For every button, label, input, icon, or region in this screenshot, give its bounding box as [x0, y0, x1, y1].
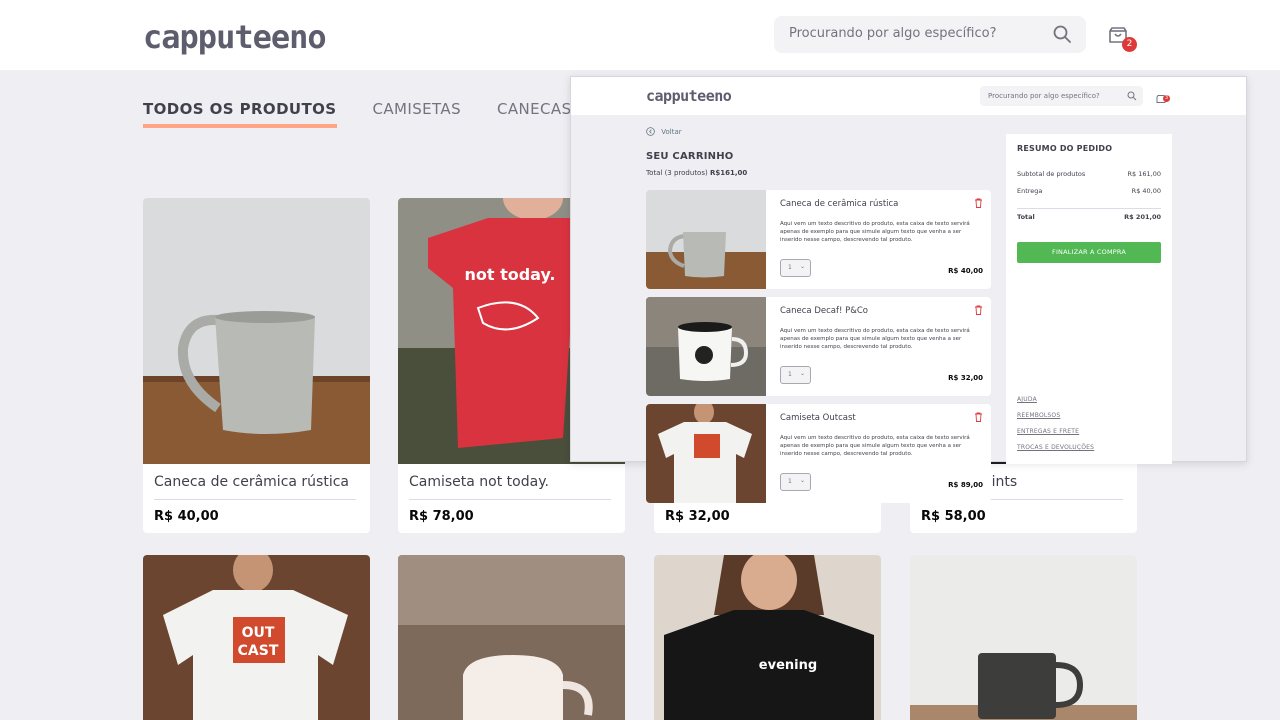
product-card[interactable]: Caneca de cerâmica rústica R$ 40,00	[143, 198, 370, 533]
chevron-down-icon: ⌄	[799, 263, 805, 270]
product-price: R$ 78,00	[409, 509, 474, 524]
chevron-down-icon: ⌄	[799, 370, 805, 377]
cart-item-price: R$ 89,00	[948, 481, 983, 489]
quantity-value: 1	[788, 478, 792, 485]
shipping-label: Entrega	[1017, 187, 1043, 195]
shirt-print-text: not today.	[464, 265, 555, 284]
back-arrow-icon	[646, 127, 655, 136]
back-label: Voltar	[661, 127, 682, 136]
cart-logo[interactable]: capputeeno	[646, 87, 732, 105]
quantity-select[interactable]: 1 ⌄	[780, 366, 811, 384]
divider	[1017, 208, 1161, 209]
product-image: OUT CAST	[143, 555, 370, 720]
cart-item-name: Camiseta Outcast	[780, 413, 856, 423]
search-icon[interactable]	[1052, 24, 1072, 48]
cart-button[interactable]: 3	[1156, 89, 1170, 108]
trash-icon[interactable]	[974, 198, 983, 208]
cart-item-image	[646, 404, 766, 503]
product-card[interactable]: OUT CAST	[143, 555, 370, 720]
product-price: R$ 58,00	[921, 509, 986, 524]
outcast-print-line1: OUT	[242, 625, 275, 641]
cart-item-image	[646, 297, 766, 396]
link-help[interactable]: AJUDA	[1017, 396, 1094, 403]
product-card[interactable]	[398, 555, 625, 720]
quantity-value: 1	[788, 371, 792, 378]
outcast-print-line2: CAST	[238, 643, 279, 659]
cart-item: Caneca de cerâmica rústica Aqui vem um t…	[646, 190, 991, 289]
cart-item-name: Caneca Decaf! P&Co	[780, 306, 868, 316]
help-links: AJUDA REEMBOLSOS ENTREGAS E FRETE TROCAS…	[1017, 396, 1094, 460]
tab-all-products[interactable]: TODOS OS PRODUTOS	[143, 100, 337, 128]
tab-mugs[interactable]: CANECAS	[497, 100, 572, 128]
checkout-button[interactable]: FINALIZAR A COMPRA	[1017, 242, 1161, 263]
chevron-down-icon: ⌄	[799, 477, 805, 484]
divider	[409, 499, 611, 500]
total-row: Total R$ 201,00	[1017, 213, 1161, 221]
quantity-value: 1	[788, 264, 792, 271]
tab-shirts[interactable]: CAMISETAS	[373, 100, 461, 128]
subtotal-value: R$ 161,00	[1127, 170, 1161, 178]
cart-count-badge: 2	[1122, 37, 1137, 52]
search-input[interactable]: Procurando por algo específico?	[774, 16, 1086, 53]
divider	[154, 499, 356, 500]
cart-item-price: R$ 32,00	[948, 374, 983, 382]
cart-search-placeholder: Procurando por algo específico?	[988, 92, 1100, 100]
link-refunds[interactable]: REEMBOLSOS	[1017, 412, 1094, 419]
trash-icon[interactable]	[974, 412, 983, 422]
cart-title: SEU CARRINHO	[646, 151, 734, 162]
category-tabs: TODOS OS PRODUTOS CAMISETAS CANECAS	[143, 100, 572, 128]
quantity-select[interactable]: 1 ⌄	[780, 473, 811, 491]
cart-item-description: Aqui vem um texto descritivo do produto,…	[780, 435, 970, 457]
cart-total-label: Total (3 produtos)	[646, 169, 708, 177]
shipping-row: Entrega R$ 40,00	[1017, 187, 1161, 195]
product-name: Caneca de cerâmica rústica	[154, 474, 349, 490]
product-name: Camiseta not today.	[409, 474, 549, 490]
link-shipping[interactable]: ENTREGAS E FRETE	[1017, 428, 1094, 435]
cart-item-name: Caneca de cerâmica rústica	[780, 199, 899, 209]
cart-item: Caneca Decaf! P&Co Aqui vem um texto des…	[646, 297, 991, 396]
product-price: R$ 32,00	[665, 509, 730, 524]
cart-button[interactable]: 2	[1108, 25, 1137, 52]
cart-header: capputeeno Procurando por algo específic…	[571, 77, 1246, 115]
summary-title: RESUMO DO PEDIDO	[1017, 144, 1113, 153]
product-card[interactable]: evening	[654, 555, 881, 720]
cart-search-input[interactable]: Procurando por algo específico?	[980, 86, 1143, 106]
link-returns[interactable]: TROCAS E DEVOLUÇÕES	[1017, 444, 1094, 451]
trash-icon[interactable]	[974, 305, 983, 315]
cart-page-preview: capputeeno Procurando por algo específic…	[570, 76, 1247, 503]
cart-item-description: Aqui vem um texto descritivo do produto,…	[780, 328, 970, 350]
product-image	[143, 198, 370, 464]
cart-item: Camiseta Outcast Aqui vem um texto descr…	[646, 404, 991, 503]
quantity-select[interactable]: 1 ⌄	[780, 259, 811, 277]
product-image	[398, 555, 625, 720]
evening-print-text: evening	[759, 658, 817, 673]
cart-total-line: Total (3 produtos) R$161,00	[646, 169, 747, 177]
subtotal-label: Subtotal de produtos	[1017, 170, 1086, 178]
product-price: R$ 40,00	[154, 509, 219, 524]
search-icon[interactable]	[1127, 91, 1137, 101]
subtotal-row: Subtotal de produtos R$ 161,00	[1017, 170, 1161, 178]
product-image: evening	[654, 555, 881, 720]
cart-item-image	[646, 190, 766, 289]
total-label: Total	[1017, 213, 1035, 221]
product-card[interactable]	[910, 555, 1137, 720]
cart-item-price: R$ 40,00	[948, 267, 983, 275]
shipping-value: R$ 40,00	[1131, 187, 1161, 195]
search-placeholder: Procurando por algo específico?	[789, 26, 997, 41]
cart-item-description: Aqui vem um texto descritivo do produto,…	[780, 221, 970, 243]
back-link[interactable]: Voltar	[646, 127, 682, 136]
cart-count-badge: 3	[1163, 95, 1170, 102]
order-summary: RESUMO DO PEDIDO Subtotal de produtos R$…	[1006, 134, 1172, 464]
cart-total-value: R$161,00	[709, 169, 748, 177]
logo[interactable]: capputeeno	[143, 17, 327, 57]
product-image	[910, 555, 1137, 720]
total-value: R$ 201,00	[1124, 213, 1161, 221]
header: capputeeno Procurando por algo específic…	[0, 0, 1280, 70]
